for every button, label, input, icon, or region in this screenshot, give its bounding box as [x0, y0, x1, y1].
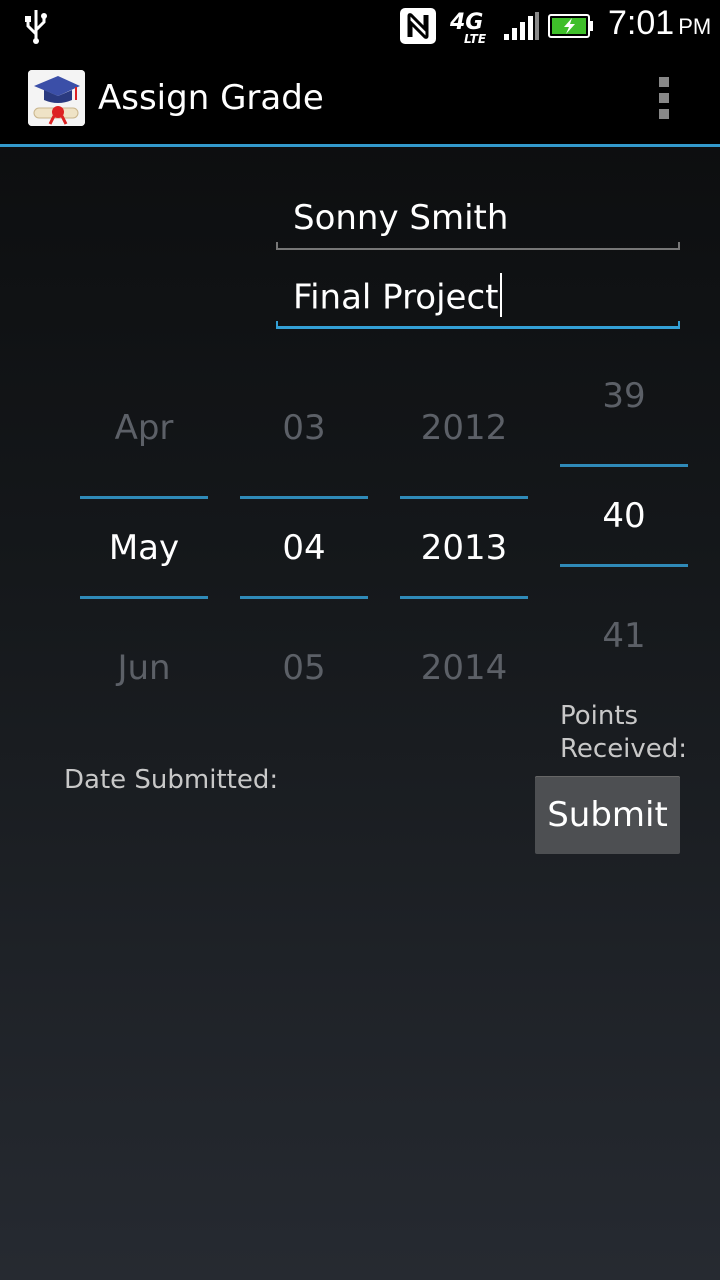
month-picker[interactable]: Apr May Jun [80, 400, 208, 700]
points-current[interactable]: 40 [560, 496, 688, 536]
student-name-field[interactable]: Sonny Smith [276, 190, 680, 250]
year-current[interactable]: 2013 [400, 528, 528, 568]
action-bar: Assign Grade [0, 50, 720, 147]
submit-button[interactable]: Submit [535, 776, 680, 854]
day-picker[interactable]: 03 04 05 [240, 400, 368, 700]
graduation-cap-diploma-icon[interactable] [28, 70, 85, 126]
picker-divider [80, 596, 208, 599]
clock: 7:01 PM [608, 4, 711, 43]
year-picker[interactable]: 2012 2013 2014 [400, 400, 528, 700]
nfc-icon [400, 8, 436, 44]
picker-divider [560, 464, 688, 467]
points-picker[interactable]: 39 40 41 [560, 370, 688, 670]
4g-lte-icon: 4G LTE [448, 10, 494, 46]
points-prev[interactable]: 39 [560, 376, 688, 416]
points-next[interactable]: 41 [560, 616, 688, 656]
usb-icon [25, 10, 47, 44]
text-cursor [499, 273, 502, 317]
picker-divider [400, 496, 528, 499]
picker-divider [400, 596, 528, 599]
day-next[interactable]: 05 [240, 648, 368, 688]
year-next[interactable]: 2014 [400, 648, 528, 688]
overflow-menu-icon[interactable] [654, 77, 674, 121]
picker-divider [80, 496, 208, 499]
assignment-field[interactable]: Final Project [276, 269, 680, 329]
clock-ampm: PM [678, 14, 712, 39]
overflow-dot [659, 77, 669, 87]
picker-divider [240, 596, 368, 599]
overflow-dot [659, 109, 669, 119]
month-prev[interactable]: Apr [80, 408, 208, 448]
field-underline [276, 321, 680, 329]
field-underline [276, 242, 680, 250]
date-submitted-label: Date Submitted: [64, 765, 279, 795]
points-label-line2: Received: [560, 734, 688, 764]
student-name-value: Sonny Smith [293, 198, 509, 238]
status-bar: 4G LTE 7:01 PM [0, 0, 720, 50]
assignment-value: Final Project [293, 277, 499, 318]
day-prev[interactable]: 03 [240, 408, 368, 448]
overflow-dot [659, 93, 669, 103]
year-prev[interactable]: 2012 [400, 408, 528, 448]
day-current[interactable]: 04 [240, 528, 368, 568]
month-next[interactable]: Jun [80, 648, 208, 688]
clock-time: 7:01 [608, 4, 675, 42]
page-title: Assign Grade [98, 78, 324, 118]
picker-divider [240, 496, 368, 499]
assignment-value-wrap: Final Project [293, 273, 502, 321]
signal-icon [504, 12, 539, 40]
month-current[interactable]: May [80, 528, 208, 568]
picker-divider [560, 564, 688, 567]
points-received-label: Points Received: [560, 700, 687, 766]
battery-charging-icon [548, 14, 593, 38]
points-label-line1: Points [560, 701, 639, 731]
network-sub-label: LTE [464, 32, 487, 46]
